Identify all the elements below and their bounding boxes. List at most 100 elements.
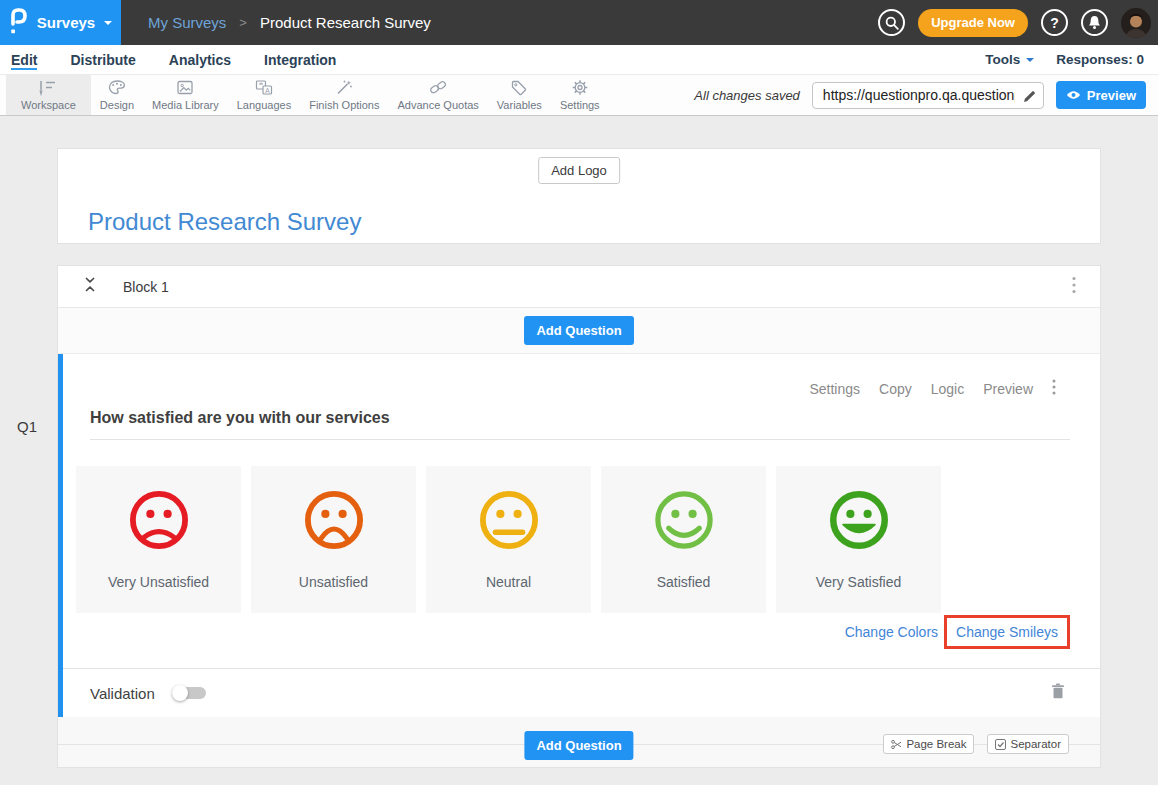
chevron-down-icon <box>1026 58 1034 62</box>
change-colors-link[interactable]: Change Colors <box>845 624 938 640</box>
survey-title[interactable]: Product Research Survey <box>88 208 361 236</box>
toolbar-item-label: Settings <box>560 99 600 111</box>
question-number: Q1 <box>17 418 37 435</box>
search-icon <box>885 16 899 30</box>
toolbar-item-label: Design <box>100 99 134 111</box>
block-menu-kebab-icon[interactable] <box>1072 276 1076 298</box>
block-card: Block 1 Add Question Q1 Settings Copy Lo… <box>57 265 1101 768</box>
add-question-row-top: Add Question <box>58 308 1100 354</box>
tools-menu[interactable]: Tools <box>985 52 1034 67</box>
toolbar-item-label: Advance Quotas <box>397 99 478 111</box>
block-header: Block 1 <box>58 266 1100 308</box>
question-copy-link[interactable]: Copy <box>879 381 912 397</box>
breadcrumb-separator-icon: > <box>239 15 247 30</box>
toolbar-item-label: Workspace <box>21 99 76 111</box>
option-neutral[interactable]: Neutral <box>426 466 591 613</box>
notifications-button[interactable] <box>1081 9 1108 36</box>
smiley-unsatisfied-icon <box>305 491 363 549</box>
survey-header-card: Add Logo Product Research Survey <box>57 148 1101 244</box>
toolbar-item-advance-quotas[interactable]: Advance Quotas <box>388 75 487 115</box>
validation-row: Validation <box>63 668 1100 717</box>
add-question-button-bottom[interactable]: Add Question <box>524 731 633 760</box>
help-icon: ? <box>1050 15 1059 31</box>
top-bar: Surveys My Surveys > Product Research Su… <box>0 0 1158 45</box>
toolbar-item-media-library[interactable]: Media Library <box>143 75 228 115</box>
change-smileys-link[interactable]: Change Smileys <box>956 624 1058 640</box>
brand-menu[interactable]: Surveys <box>0 0 121 45</box>
responses-count[interactable]: Responses: 0 <box>1056 52 1144 67</box>
smiley-customize-row: Change Colors Change Smileys <box>63 615 1070 649</box>
validation-toggle[interactable] <box>172 687 206 699</box>
add-logo-button[interactable]: Add Logo <box>538 157 620 184</box>
separator-label: Separator <box>1010 738 1061 750</box>
toolbar-item-label: Languages <box>237 99 291 111</box>
chevron-down-icon <box>104 21 112 25</box>
eye-icon <box>1066 90 1081 100</box>
toolbar-item-label: Finish Options <box>309 99 379 111</box>
option-very-satisfied[interactable]: Very Satisfied <box>776 466 941 613</box>
breadcrumb-current: Product Research Survey <box>260 14 431 31</box>
tab-analytics[interactable]: Analytics <box>169 45 231 74</box>
section-tabs: Edit Distribute Analytics Integration To… <box>0 45 1158 74</box>
smiley-satisfied-icon <box>655 491 713 549</box>
translate-icon: A <box>255 79 273 96</box>
toolbar-item-label: Media Library <box>152 99 219 111</box>
separator-button[interactable]: Separator <box>987 734 1069 754</box>
tab-edit[interactable]: Edit <box>11 45 37 74</box>
edit-url-icon[interactable] <box>1023 89 1036 107</box>
option-label: Satisfied <box>657 574 711 590</box>
help-button[interactable]: ? <box>1041 9 1068 36</box>
palette-icon <box>108 79 126 96</box>
block-title: Block 1 <box>123 279 169 295</box>
svg-text:A: A <box>265 87 270 94</box>
search-button[interactable] <box>878 9 905 36</box>
option-satisfied[interactable]: Satisfied <box>601 466 766 613</box>
toolbar-item-label: Variables <box>497 99 542 111</box>
option-label: Very Unsatisfied <box>108 574 209 590</box>
bell-icon <box>1088 15 1101 30</box>
product-name: Surveys <box>37 14 95 31</box>
survey-editor-canvas: Add Logo Product Research Survey Block 1… <box>0 148 1158 768</box>
smiley-very-unsatisfied-icon <box>130 491 188 549</box>
option-unsatisfied[interactable]: Unsatisfied <box>251 466 416 613</box>
validation-label: Validation <box>90 685 155 702</box>
collapse-icon[interactable] <box>84 277 96 296</box>
toolbar-item-languages[interactable]: A Languages <box>228 75 300 115</box>
question-menu-kebab-icon[interactable] <box>1052 379 1056 398</box>
toolbar-item-settings[interactable]: Settings <box>551 75 609 115</box>
checkbox-icon <box>995 739 1006 750</box>
toolbar-item-workspace[interactable]: Workspace <box>6 75 91 115</box>
question-card: Q1 Settings Copy Logic Preview How satis… <box>58 354 1100 717</box>
highlight-box: Change Smileys <box>944 615 1070 649</box>
toolbar-item-variables[interactable]: Variables <box>488 75 551 115</box>
question-preview-link[interactable]: Preview <box>983 381 1033 397</box>
question-text[interactable]: How satisfied are you with our services <box>90 409 1070 440</box>
smiley-very-satisfied-icon <box>830 491 888 549</box>
toolbar-item-finish-options[interactable]: Finish Options <box>300 75 388 115</box>
breadcrumb: My Surveys > Product Research Survey <box>148 14 431 31</box>
page-break-button[interactable]: Page Break <box>883 734 974 754</box>
image-icon <box>176 79 194 96</box>
survey-url-input[interactable] <box>812 82 1044 109</box>
option-label: Very Satisfied <box>816 574 902 590</box>
tab-distribute[interactable]: Distribute <box>70 45 135 74</box>
preview-button[interactable]: Preview <box>1056 81 1146 109</box>
trash-icon <box>1051 683 1065 699</box>
chain-links-icon <box>429 79 447 96</box>
question-logic-link[interactable]: Logic <box>931 381 964 397</box>
tag-icon <box>510 79 528 96</box>
tools-label: Tools <box>985 52 1020 67</box>
breadcrumb-parent[interactable]: My Surveys <box>148 14 226 31</box>
question-settings-link[interactable]: Settings <box>809 381 860 397</box>
option-very-unsatisfied[interactable]: Very Unsatisfied <box>76 466 241 613</box>
toolbar-item-design[interactable]: Design <box>91 75 143 115</box>
smiley-neutral-icon <box>480 491 538 549</box>
avatar[interactable] <box>1121 8 1151 38</box>
upgrade-now-button[interactable]: Upgrade Now <box>918 9 1028 37</box>
scissors-icon <box>891 739 902 750</box>
smiley-options: Very Unsatisfied Unsatisfied <box>76 466 1100 613</box>
delete-question-button[interactable] <box>1051 683 1065 703</box>
option-label: Unsatisfied <box>299 574 368 590</box>
add-question-button-top[interactable]: Add Question <box>524 316 633 345</box>
tab-integration[interactable]: Integration <box>264 45 336 74</box>
